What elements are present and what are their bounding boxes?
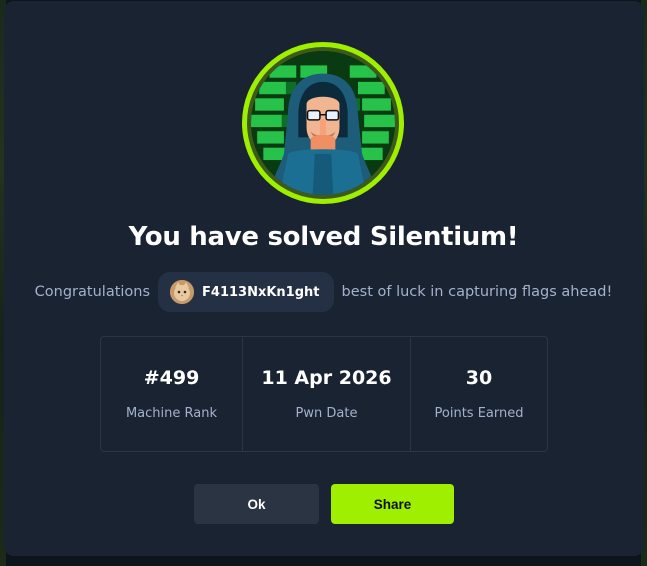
modal-title: You have solved Silentium! (128, 222, 519, 252)
pwn-date-label: Pwn Date (295, 406, 358, 421)
user-avatar (170, 280, 195, 304)
points-earned-label: Points Earned (434, 406, 524, 421)
hooded-hacker-icon (251, 51, 395, 195)
stats-panel: #499 Machine Rank 11 Apr 2026 Pwn Date 3… (100, 336, 548, 452)
congrats-suffix: best of luck in capturing flags ahead! (341, 284, 613, 300)
points-earned-value: 30 (465, 367, 493, 389)
congrats-prefix: Congratulations (34, 284, 151, 300)
ok-button[interactable]: Ok (194, 484, 319, 524)
stat-points-earned: 30 Points Earned (410, 337, 547, 451)
machine-avatar-image (251, 51, 395, 195)
cat-avatar-icon (170, 280, 195, 304)
share-button[interactable]: Share (331, 484, 454, 524)
user-chip[interactable]: F4113NxKn1ght (158, 272, 334, 312)
machine-rank-value: #499 (143, 367, 200, 389)
stat-machine-rank: #499 Machine Rank (101, 337, 242, 451)
username: F4113NxKn1ght (202, 284, 320, 300)
congrats-message: Congratulations F4113NxKn1ght best of lu… (0, 272, 647, 312)
machine-rank-label: Machine Rank (125, 406, 218, 421)
machine-avatar (242, 42, 404, 204)
stat-pwn-date: 11 Apr 2026 Pwn Date (242, 337, 410, 451)
pwn-date-value: 11 Apr 2026 (261, 367, 392, 389)
